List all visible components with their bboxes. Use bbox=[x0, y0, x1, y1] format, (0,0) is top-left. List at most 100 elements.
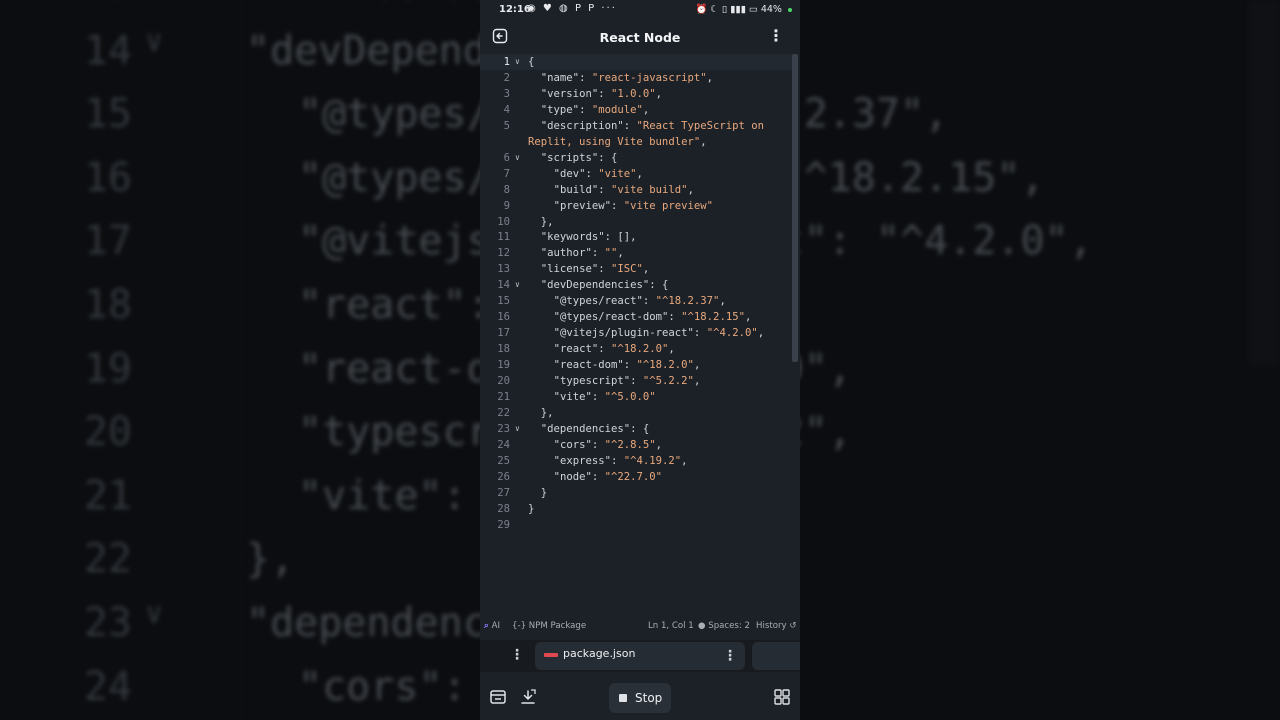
code-line[interactable]: 26 "node": "^22.7.0" bbox=[480, 469, 792, 485]
npm-file-icon bbox=[544, 653, 558, 657]
background-line-number: 24 bbox=[83, 663, 132, 710]
grid-icon[interactable] bbox=[773, 688, 791, 706]
line-number: 26 bbox=[497, 470, 510, 483]
code-text: Replit, using Vite bundler", bbox=[528, 135, 707, 148]
code-line[interactable]: 21 "vite": "^5.0.0" bbox=[480, 389, 792, 405]
system-status-icons: ⏰ ☾ ▯ ▮▮▮ ▭ bbox=[695, 4, 758, 15]
code-line[interactable]: 25 "express": "^4.19.2", bbox=[480, 453, 792, 469]
line-number: 9 bbox=[503, 199, 510, 212]
code-line[interactable]: 18 "react": "^18.2.0", bbox=[480, 341, 792, 357]
code-editor[interactable]: 1 ∨ {2 "name": "react-javascript", 3 "version… bbox=[480, 54, 800, 614]
code-line[interactable]: 22}, bbox=[480, 405, 792, 421]
file-tab-bar: ⋮ ⋮ package.json bbox=[480, 640, 800, 672]
background-line-number: 22 bbox=[83, 536, 132, 583]
language-label: NPM Package bbox=[528, 621, 587, 631]
code-text: "vite": "^5.0.0" bbox=[553, 390, 656, 403]
app-header: React Node ⋮ bbox=[480, 22, 800, 52]
next-tab[interactable] bbox=[752, 642, 800, 670]
code-text: } bbox=[540, 486, 548, 499]
code-line[interactable]: 7 "dev": "vite", bbox=[480, 166, 792, 182]
line-number: 17 bbox=[497, 327, 510, 340]
code-line[interactable]: 27} bbox=[480, 485, 792, 501]
line-number: 19 bbox=[497, 359, 510, 372]
cursor-position[interactable]: Ln 1, Col 1 bbox=[648, 621, 694, 631]
stop-icon bbox=[619, 694, 627, 702]
line-number: 13 bbox=[497, 263, 510, 276]
code-text: "react-dom": "^18.2.0", bbox=[553, 359, 701, 372]
fold-chevron-icon[interactable]: ∨ bbox=[515, 421, 520, 437]
code-line[interactable]: Replit, using Vite bundler", bbox=[480, 134, 792, 150]
code-line[interactable]: 4 "type": "module", bbox=[480, 102, 792, 118]
bottom-toolbar: Stop bbox=[480, 674, 800, 720]
line-number: 21 bbox=[497, 390, 510, 403]
stop-button[interactable]: Stop bbox=[609, 683, 671, 713]
code-line[interactable]: 19 "react-dom": "^18.2.0", bbox=[480, 357, 792, 373]
code-text: "build": "vite build", bbox=[553, 183, 694, 196]
code-line[interactable]: 23 ∨ "dependencies": { bbox=[480, 421, 792, 437]
code-line[interactable]: 12 "author": "", bbox=[480, 245, 792, 261]
tab-menu-icon[interactable]: ⋮ bbox=[510, 647, 524, 663]
privacy-dot-icon bbox=[788, 7, 792, 12]
line-number: 22 bbox=[497, 406, 510, 419]
line-number: 16 bbox=[497, 311, 510, 324]
code-text: "author": "", bbox=[540, 247, 624, 260]
line-number: 2 bbox=[503, 71, 510, 84]
code-text: "typescript": "^5.2.2", bbox=[553, 375, 701, 387]
line-number: 10 bbox=[497, 215, 510, 228]
code-line[interactable]: 15 "@types/react": "^18.2.37", bbox=[480, 293, 792, 309]
stop-label: Stop bbox=[635, 691, 663, 705]
background-line-number: 21 bbox=[83, 472, 132, 519]
code-line[interactable]: 29 bbox=[480, 517, 792, 533]
code-line[interactable]: 5 "description": "React TypeScript on bbox=[480, 118, 792, 134]
system-icons: ⏰ ☾ ▯ ▮▮▮ ▭ 44% bbox=[695, 4, 792, 15]
code-line[interactable]: 10}, bbox=[480, 214, 792, 230]
history-button[interactable]: History ↺ bbox=[756, 621, 797, 631]
line-number: 4 bbox=[503, 103, 510, 116]
editor-scrollbar[interactable] bbox=[792, 54, 798, 362]
background-code-text: }, bbox=[246, 536, 295, 583]
spaces-label: Spaces: 2 bbox=[708, 621, 750, 631]
more-options-icon[interactable]: ⋮ bbox=[768, 26, 784, 46]
fold-chevron-icon[interactable]: ∨ bbox=[515, 150, 520, 166]
dot-icon: ● bbox=[698, 621, 706, 631]
code-line[interactable]: 28} bbox=[480, 501, 792, 517]
line-number: 1 bbox=[503, 56, 510, 68]
code-line[interactable]: 1 ∨ { bbox=[480, 54, 792, 70]
fold-chevron-icon[interactable]: ∨ bbox=[515, 277, 520, 293]
code-line[interactable]: 11 "keywords": [], bbox=[480, 229, 792, 245]
background-line-number: 18 bbox=[83, 282, 132, 328]
background-chevron-icon: ∨ bbox=[145, 596, 164, 631]
code-text: "preview": "vite preview" bbox=[553, 199, 714, 212]
code-line[interactable]: 16 "@types/react-dom": "^18.2.15", bbox=[480, 309, 792, 325]
code-line[interactable]: 13 "license": "ISC", bbox=[480, 261, 792, 277]
code-text: "devDependencies": { bbox=[540, 279, 669, 292]
code-line[interactable]: 2 "name": "react-javascript", bbox=[480, 70, 792, 86]
new-tab-icon[interactable] bbox=[519, 688, 537, 706]
line-number: 28 bbox=[497, 502, 510, 515]
line-number: 5 bbox=[503, 119, 510, 132]
file-tab-kebab-icon[interactable]: ⋮ bbox=[723, 648, 737, 664]
code-text: "license": "ISC", bbox=[540, 263, 650, 276]
code-line[interactable]: 24 "cors": "^2.8.5", bbox=[480, 437, 792, 453]
code-text: "express": "^4.19.2", bbox=[553, 454, 688, 467]
code-line[interactable]: 20 "typescript": "^5.2.2", bbox=[480, 373, 792, 389]
code-line[interactable]: 3 "version": "1.0.0", bbox=[480, 86, 792, 102]
history-label: History bbox=[756, 621, 787, 631]
code-line[interactable]: 9 "preview": "vite preview" bbox=[480, 198, 792, 214]
code-line[interactable]: 17 "@vitejs/plugin-react": "^4.2.0", bbox=[480, 325, 792, 341]
fold-chevron-icon[interactable]: ∨ bbox=[515, 54, 520, 70]
code-line[interactable]: 14 ∨ "devDependencies": { bbox=[480, 277, 792, 293]
code-line[interactable]: 6 ∨ "scripts": { bbox=[480, 150, 792, 166]
code-text: "dev": "vite", bbox=[553, 167, 643, 180]
language-mode[interactable]: {-} NPM Package bbox=[512, 621, 586, 631]
code-text: "node": "^22.7.0" bbox=[553, 470, 663, 483]
code-text: "@types/react": "^18.2.37", bbox=[553, 295, 726, 308]
code-line[interactable]: 8 "build": "vite build", bbox=[480, 182, 792, 198]
page-title: React Node bbox=[599, 30, 681, 45]
phone-screen: 12:16 ◉ ♥ ◍ P P ··· ⏰ ☾ ▯ ▮▮▮ ▭ 44% Reac… bbox=[480, 0, 800, 720]
indentation[interactable]: ● Spaces: 2 bbox=[698, 621, 750, 631]
files-icon[interactable] bbox=[489, 688, 507, 706]
status-bar: 12:16 ◉ ♥ ◍ P P ··· ⏰ ☾ ▯ ▮▮▮ ▭ 44% bbox=[480, 0, 800, 22]
ai-button[interactable]: ⌕ AI bbox=[484, 621, 500, 631]
braces-icon: {-} bbox=[512, 621, 527, 631]
